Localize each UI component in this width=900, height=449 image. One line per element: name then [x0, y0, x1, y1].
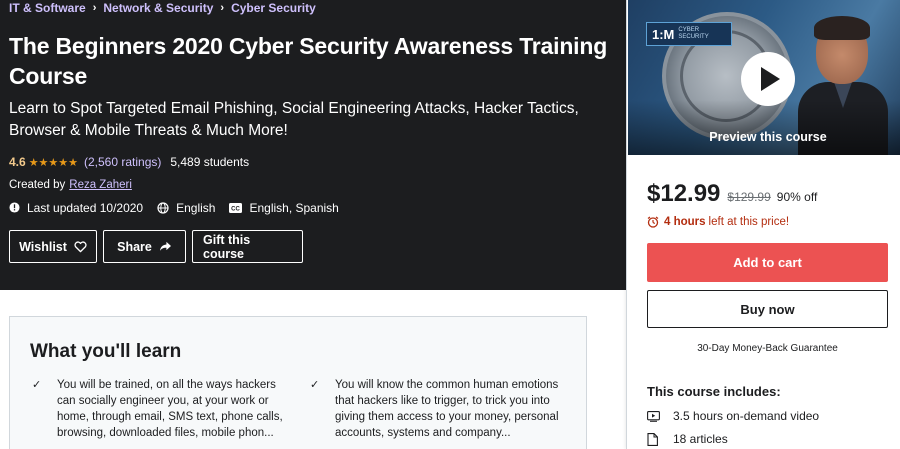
- includes-video-text: 3.5 hours on-demand video: [673, 409, 820, 423]
- preview-overlay: [628, 100, 900, 155]
- includes-title: This course includes:: [647, 384, 781, 399]
- discount-percent: 90% off: [776, 190, 818, 204]
- last-updated-text: Last updated 10/2020: [27, 200, 144, 215]
- students-count: 5,489 students: [170, 155, 250, 169]
- ratings-count-link[interactable]: (2,560 ratings): [84, 155, 161, 169]
- buy-now-button[interactable]: Buy now: [647, 290, 888, 328]
- learn-item-text: You will be trained, on all the ways hac…: [57, 379, 283, 439]
- play-icon[interactable]: [741, 52, 795, 106]
- preview-label[interactable]: Preview this course: [628, 130, 900, 144]
- chevron-right-icon: ›: [220, 2, 225, 14]
- header-actions: Wishlist Share Gift this course: [9, 230, 303, 264]
- last-updated: Last updated 10/2020: [9, 201, 143, 215]
- learn-item: ✓ You will be trained, on all the ways h…: [32, 377, 297, 441]
- share-label: Share: [117, 239, 152, 254]
- rating-value: 4.6: [9, 155, 26, 169]
- breadcrumb-network-security[interactable]: Network & Security: [103, 1, 213, 15]
- purchase-card: 1:M CYBER SECURITY Preview this course $…: [626, 0, 900, 449]
- created-by: Created by Reza Zaheri: [9, 178, 132, 192]
- captions: CC English, Spanish: [229, 200, 339, 215]
- timer-hours: 4 hours: [664, 216, 706, 228]
- wishlist-button[interactable]: Wishlist: [9, 230, 97, 263]
- current-price: $12.99: [647, 180, 721, 207]
- gift-course-button[interactable]: Gift this course: [192, 230, 303, 263]
- breadcrumb-cyber-security[interactable]: Cyber Security: [231, 1, 316, 15]
- logo-mark: 1:M: [652, 26, 675, 42]
- video-icon: [647, 410, 661, 422]
- check-icon: ✓: [310, 379, 320, 391]
- breadcrumb-it-software[interactable]: IT & Software: [9, 1, 86, 15]
- wishlist-label: Wishlist: [19, 239, 67, 254]
- learn-item-text: You will know the common human emotions …: [335, 379, 559, 439]
- price-timer: 4 hours left at this price!: [647, 215, 789, 229]
- alarm-clock-icon: [647, 216, 659, 228]
- includes-item-articles: 18 articles: [647, 432, 728, 446]
- course-subtitle: Learn to Spot Targeted Email Phishing, S…: [9, 100, 579, 139]
- alert-clock-icon: [9, 202, 20, 213]
- star-rating-icon: ★★★★★: [28, 156, 78, 169]
- timer-text: left at this price!: [708, 216, 790, 228]
- svg-text:CC: CC: [232, 206, 241, 212]
- heart-icon: [74, 240, 87, 253]
- globe-icon: [157, 201, 169, 214]
- share-button[interactable]: Share: [103, 230, 186, 263]
- price-row: $12.99 $129.99 90% off: [647, 180, 817, 210]
- chevron-right-icon: ›: [92, 2, 97, 14]
- includes-articles-text: 18 articles: [673, 432, 728, 446]
- captions-text: English, Spanish: [249, 200, 339, 215]
- author-link[interactable]: Reza Zaheri: [69, 179, 132, 191]
- gift-label: Gift this course: [203, 232, 251, 261]
- file-icon: [647, 432, 661, 446]
- learn-title: What you'll learn: [30, 341, 182, 362]
- what-youll-learn: What you'll learn ✓ You will be trained,…: [9, 316, 587, 449]
- course-logo: 1:M CYBER SECURITY: [646, 22, 732, 46]
- share-arrow-icon: [159, 241, 172, 252]
- language: English: [157, 201, 215, 215]
- breadcrumb: IT & Software › Network & Security › Cyb…: [9, 0, 316, 16]
- created-by-label: Created by: [9, 179, 66, 191]
- rating-row: 4.6 ★★★★★ (2,560 ratings) 5,489 students: [9, 154, 249, 170]
- logo-subtext: CYBER SECURITY: [678, 27, 709, 40]
- includes-item-video: 3.5 hours on-demand video: [647, 409, 819, 423]
- learn-item: ✓ You will know the common human emotion…: [310, 377, 575, 441]
- money-back-guarantee: 30-Day Money-Back Guarantee: [697, 343, 838, 354]
- closed-captions-icon: CC: [229, 202, 243, 213]
- course-preview[interactable]: 1:M CYBER SECURITY Preview this course: [628, 0, 900, 155]
- course-title: The Beginners 2020 Cyber Security Awaren…: [9, 33, 608, 89]
- check-icon: ✓: [32, 379, 42, 391]
- language-text: English: [176, 200, 216, 215]
- original-price: $129.99: [727, 190, 771, 204]
- add-to-cart-button[interactable]: Add to cart: [647, 243, 888, 282]
- course-meta: Last updated 10/2020 English CC English,…: [9, 200, 353, 215]
